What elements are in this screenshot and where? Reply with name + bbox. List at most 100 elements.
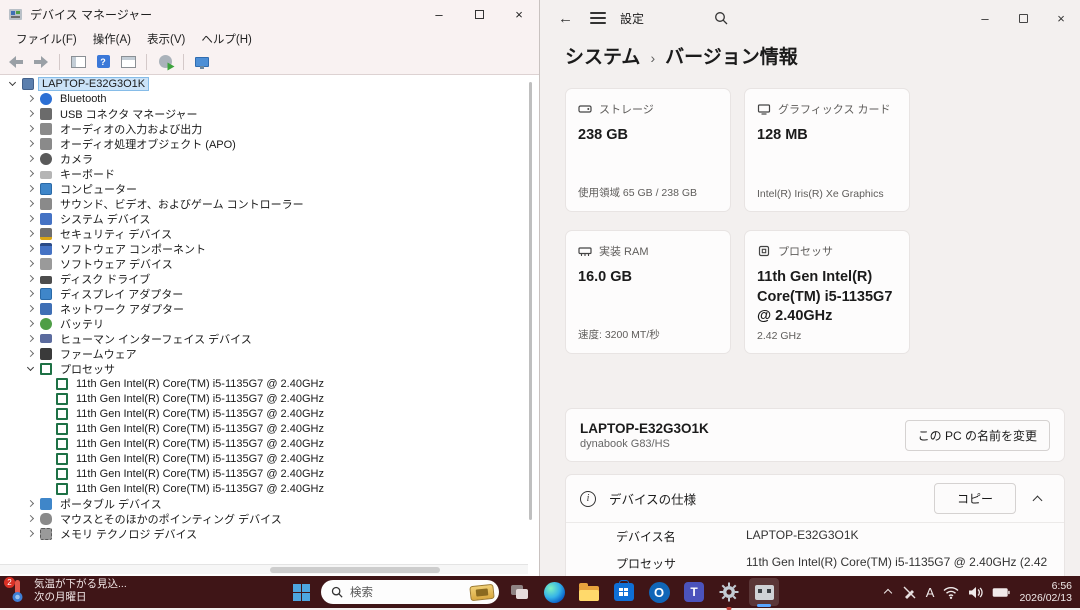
tree-item-software-component[interactable]: ソフトウェア コンポーネント	[0, 241, 529, 256]
tree-item-keyboard[interactable]: キーボード	[0, 166, 529, 181]
tree-item-root[interactable]: LAPTOP-E32G3O1K	[0, 76, 529, 91]
chevron-right-icon[interactable]	[24, 182, 38, 196]
back-icon[interactable]: ←	[558, 10, 582, 27]
menu-action[interactable]: 操作(A)	[85, 29, 139, 49]
tree-item-mouse[interactable]: マウスとそのほかのポインティング デバイス	[0, 511, 529, 526]
tree-item-display[interactable]: ディスプレイ アダプター	[0, 286, 529, 301]
tree-item-processor-core[interactable]: 11th Gen Intel(R) Core(TM) i5-1135G7 @ 2…	[0, 391, 529, 406]
close-button[interactable]: ×	[499, 0, 539, 28]
tree-item-network[interactable]: ネットワーク アダプター	[0, 301, 529, 316]
search-icon[interactable]	[714, 11, 728, 25]
tray-overflow-chevron-icon[interactable]	[883, 587, 893, 597]
forward-icon[interactable]	[31, 52, 51, 72]
tree-item-processor-core[interactable]: 11th Gen Intel(R) Core(TM) i5-1135G7 @ 2…	[0, 421, 529, 436]
tree-item-disk[interactable]: ディスク ドライブ	[0, 271, 529, 286]
menu-help[interactable]: ヘルプ(H)	[193, 29, 259, 49]
tree-item-software-device[interactable]: ソフトウェア デバイス	[0, 256, 529, 271]
tree-item-battery[interactable]: バッテリ	[0, 316, 529, 331]
show-console-tree-icon[interactable]	[68, 52, 88, 72]
hamburger-menu-icon[interactable]	[590, 12, 606, 24]
horizontal-scrollbar[interactable]	[0, 564, 528, 574]
back-icon[interactable]	[6, 52, 26, 72]
tree-item-firmware[interactable]: ファームウェア	[0, 346, 529, 361]
chevron-right-icon[interactable]	[24, 212, 38, 226]
close-button[interactable]: ×	[1042, 1, 1080, 35]
tree-item-portable[interactable]: ポータブル デバイス	[0, 496, 529, 511]
remote-computer-icon[interactable]	[192, 52, 212, 72]
file-explorer-button[interactable]	[574, 578, 604, 606]
tree-item-security[interactable]: セキュリティ デバイス	[0, 226, 529, 241]
scan-hardware-icon[interactable]	[155, 52, 175, 72]
chevron-right-icon[interactable]	[24, 227, 38, 241]
tree-item-system[interactable]: システム デバイス	[0, 211, 529, 226]
start-button[interactable]	[286, 578, 316, 606]
tree-item-bluetooth[interactable]: Bluetooth	[0, 91, 529, 106]
chevron-right-icon[interactable]	[24, 107, 38, 121]
taskbar-clock[interactable]: 6:56 2026/02/13	[1019, 580, 1072, 605]
ime-mode-indicator[interactable]: A	[926, 585, 935, 600]
tree-item-computer[interactable]: コンピューター	[0, 181, 529, 196]
task-view-button[interactable]	[504, 578, 534, 606]
search-box[interactable]: 検索	[321, 580, 499, 604]
settings-titlebar[interactable]: ← 設定 – ×	[540, 0, 1080, 36]
chevron-right-icon[interactable]	[24, 317, 38, 331]
help-icon[interactable]: ?	[93, 52, 113, 72]
rename-pc-button[interactable]: この PC の名前を変更	[905, 420, 1050, 451]
chevron-right-icon[interactable]	[24, 92, 38, 106]
tree-item-sound[interactable]: サウンド、ビデオ、およびゲーム コントローラー	[0, 196, 529, 211]
chevron-right-icon[interactable]	[24, 122, 38, 136]
tree-item-memory-tech[interactable]: メモリ テクノロジ デバイス	[0, 526, 529, 541]
device-manager-taskbar-button[interactable]	[749, 578, 779, 606]
microsoft-store-button[interactable]	[609, 578, 639, 606]
chevron-down-icon[interactable]	[24, 362, 38, 376]
chevron-down-icon[interactable]	[6, 77, 20, 91]
outlook-button[interactable]: O	[644, 578, 674, 606]
tree-item-camera[interactable]: カメラ	[0, 151, 529, 166]
tree-item-processor-core[interactable]: 11th Gen Intel(R) Core(TM) i5-1135G7 @ 2…	[0, 481, 529, 496]
menu-file[interactable]: ファイル(F)	[8, 29, 85, 49]
pen-disabled-icon[interactable]	[902, 585, 917, 600]
chevron-right-icon[interactable]	[24, 287, 38, 301]
tree-item-processor[interactable]: プロセッサ	[0, 361, 529, 376]
vertical-scrollbar[interactable]	[529, 82, 532, 520]
maximize-button[interactable]	[459, 0, 499, 28]
tree-item-usb[interactable]: USB コネクタ マネージャー	[0, 106, 529, 121]
maximize-button[interactable]	[1004, 1, 1042, 35]
battery-icon[interactable]	[992, 587, 1010, 598]
tree-item-hid[interactable]: ヒューマン インターフェイス デバイス	[0, 331, 529, 346]
chevron-right-icon[interactable]	[24, 137, 38, 151]
chevron-right-icon[interactable]	[24, 512, 38, 526]
speaker-icon[interactable]	[968, 586, 983, 599]
chevron-right-icon[interactable]	[24, 332, 38, 346]
scrollbar-thumb[interactable]	[270, 567, 440, 573]
minimize-button[interactable]: –	[966, 1, 1004, 35]
wifi-icon[interactable]	[943, 586, 959, 599]
chevron-right-icon[interactable]	[24, 197, 38, 211]
chevron-right-icon[interactable]	[24, 347, 38, 361]
tree-item-processor-core[interactable]: 11th Gen Intel(R) Core(TM) i5-1135G7 @ 2…	[0, 436, 529, 451]
chevron-right-icon[interactable]	[24, 167, 38, 181]
search-highlight-icon[interactable]	[469, 583, 494, 600]
chevron-right-icon[interactable]	[24, 152, 38, 166]
chevron-right-icon[interactable]	[24, 242, 38, 256]
breadcrumb-system[interactable]: システム	[565, 42, 640, 69]
minimize-button[interactable]: –	[419, 0, 459, 28]
device-specs-header[interactable]: i デバイスの仕様 コピー	[566, 475, 1064, 523]
copy-button[interactable]: コピー	[934, 483, 1016, 514]
tree-item-processor-core[interactable]: 11th Gen Intel(R) Core(TM) i5-1135G7 @ 2…	[0, 466, 529, 481]
weather-widget[interactable]: 2 気温が下がる見込... 次の月曜日	[6, 578, 127, 604]
tree-item-processor-core[interactable]: 11th Gen Intel(R) Core(TM) i5-1135G7 @ 2…	[0, 406, 529, 421]
chevron-right-icon[interactable]	[24, 257, 38, 271]
chevron-right-icon[interactable]	[24, 527, 38, 541]
device-manager-titlebar[interactable]: デバイス マネージャー – ×	[0, 0, 539, 28]
chevron-right-icon[interactable]	[24, 272, 38, 286]
properties-icon[interactable]	[118, 52, 138, 72]
tree-item-audio-io[interactable]: オーディオの入力および出力	[0, 121, 529, 136]
edge-button[interactable]	[539, 578, 569, 606]
teams-button[interactable]: T	[679, 578, 709, 606]
tree-item-apo[interactable]: オーディオ処理オブジェクト (APO)	[0, 136, 529, 151]
menu-view[interactable]: 表示(V)	[139, 29, 193, 49]
chevron-up-icon[interactable]	[1026, 487, 1050, 511]
settings-button[interactable]	[714, 578, 744, 606]
tree-item-processor-core[interactable]: 11th Gen Intel(R) Core(TM) i5-1135G7 @ 2…	[0, 376, 529, 391]
